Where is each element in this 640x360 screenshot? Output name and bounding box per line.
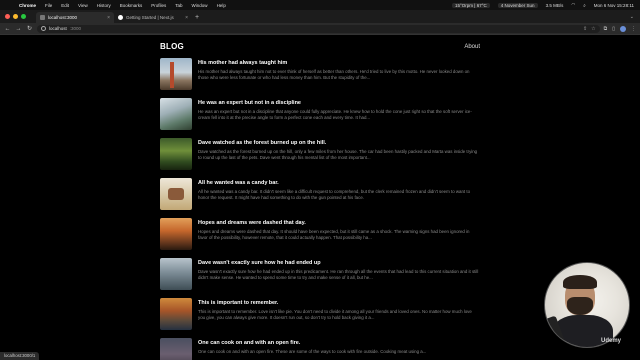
post-excerpt: All he wanted was a candy bar. It didn't… [198,188,471,200]
status-date-chip[interactable]: 4 November Sun [497,2,538,8]
post-thumbnail[interactable] [160,218,192,250]
post-title[interactable]: This is important to remember. [198,300,480,306]
post-thumbnail[interactable] [160,258,192,290]
post-body: One can cook on and with an open fire. O… [198,338,480,360]
nextjs-icon [118,15,123,20]
browser-toolbar: ← → ↻ localhost:3000 ⇪ ☆ ⧉ ▯ ⋮ [0,23,640,35]
back-arrow-icon[interactable]: ← [4,26,11,32]
post-thumbnail[interactable] [160,98,192,130]
presenter-beard [567,297,593,315]
post-title[interactable]: He was an expert but not in a discipline [198,100,480,106]
post-excerpt: This is important to remember. Love isn'… [198,308,472,320]
apple-icon[interactable] [6,3,11,8]
menu-file[interactable]: File [45,3,52,8]
post-body: Dave wasn't exactly sure how he had ende… [198,258,480,298]
webcam-overlay [544,262,630,348]
profile-avatar[interactable] [620,25,626,32]
post-body: He was an expert but not in a discipline… [198,98,480,138]
post-body: All he wanted was a candy bar. All he wa… [198,178,480,218]
close-window-icon[interactable] [5,14,10,19]
post-title[interactable]: Dave watched as the forest burned up on … [198,140,480,146]
post-body: Dave watched as the forest burned up on … [198,138,480,178]
blog-header: BLOG About [160,42,480,51]
post-item[interactable]: He was an expert but not in a discipline… [160,98,480,138]
site-info-icon[interactable] [41,26,46,31]
sidepanel-icon[interactable]: ▯ [612,26,615,32]
menu-tab[interactable]: Tab [175,3,182,8]
globe-icon [40,15,45,20]
menu-kebab-icon[interactable]: ⋮ [631,26,636,32]
toolbar-actions: ⧉ ▯ ⋮ [604,25,636,32]
post-thumbnail[interactable] [160,138,192,170]
post-item[interactable]: This is important to remember. This is i… [160,298,480,338]
post-item[interactable]: Dave wasn't exactly sure how he had ende… [160,258,480,298]
minimize-window-icon[interactable] [13,14,18,19]
post-title[interactable]: Dave wasn't exactly sure how he had ende… [198,260,480,266]
search-icon[interactable]: ⌕ [583,3,586,8]
status-cpu[interactable]: 15°Orpm | 67°C [452,2,490,8]
menu-window[interactable]: Window [192,3,208,8]
address-port: :3000 [69,26,82,31]
post-thumbnail[interactable] [160,178,192,210]
address-bar[interactable]: localhost:3000 ⇪ ☆ [37,24,600,33]
post-excerpt: His mother had always taught him not to … [198,68,470,80]
post-title[interactable]: One can cook on and with an open fire. [198,340,480,346]
address-host: localhost [49,26,67,31]
window-controls [5,10,26,23]
post-body: Hopes and dreams were dashed that day. H… [198,218,480,258]
tab-localhost[interactable]: localhost:3000 × [36,12,114,23]
post-excerpt: One can cook on and with an open fire. T… [198,348,427,354]
post-list: His mother had always taught him His mot… [160,58,480,360]
tab-search-chevron-icon[interactable]: ⌄ [630,12,634,23]
star-icon[interactable]: ☆ [591,26,595,32]
post-title[interactable]: His mother had always taught him [198,60,480,66]
post-thumbnail[interactable] [160,338,192,360]
post-body: This is important to remember. This is i… [198,298,480,338]
menu-profiles[interactable]: Profiles [151,3,166,8]
menu-view[interactable]: View [78,3,88,8]
post-excerpt: Dave watched as the forest burned up on … [198,148,478,160]
zoom-window-icon[interactable] [21,14,26,19]
post-excerpt: Hopes and dreams were dashed that day. I… [198,228,470,240]
post-item[interactable]: Dave watched as the forest burned up on … [160,138,480,178]
post-thumbnail[interactable] [160,298,192,330]
browser-tabstrip: localhost:3000 × Getting Started | Next.… [0,10,640,23]
close-tab-icon[interactable]: × [107,15,110,21]
post-thumbnail[interactable] [160,58,192,90]
link-status-bar: localhost:3000/1 [0,352,40,360]
post-item[interactable]: One can cook on and with an open fire. O… [160,338,480,360]
close-tab-icon[interactable]: × [185,15,188,21]
post-title[interactable]: Hopes and dreams were dashed that day. [198,220,480,226]
menu-help[interactable]: Help [217,3,226,8]
menu-app-name[interactable]: Chrome [19,3,36,8]
tab-label: localhost:3000 [48,15,78,20]
tab-label: Getting Started | Next.js [126,15,174,20]
menu-edit[interactable]: Edit [61,3,69,8]
post-body: His mother had always taught him His mot… [198,58,480,98]
post-item[interactable]: His mother had always taught him His mot… [160,58,480,98]
udemy-watermark: Udemy [601,338,622,344]
post-excerpt: He was an expert but not in a discipline… [198,108,472,120]
reload-icon[interactable]: ↻ [26,25,33,32]
post-excerpt: Dave wasn't exactly sure how he had ende… [198,268,479,280]
share-icon[interactable]: ⇪ [583,26,587,32]
presenter-hair [563,275,597,289]
blog-title[interactable]: BLOG [160,42,184,51]
menu-history[interactable]: History [97,3,111,8]
status-network[interactable]: 3.5 MB/s [546,3,564,8]
tab-nextjs[interactable]: Getting Started | Next.js × [114,12,192,23]
menubar-status: 15°Orpm | 67°C 4 November Sun 3.5 MB/s ◠… [452,2,634,8]
status-clock[interactable]: Mon 6 Nov 15:28:11 [594,3,634,8]
about-link[interactable]: About [464,44,480,50]
extensions-icon[interactable]: ⧉ [604,26,608,32]
post-item[interactable]: Hopes and dreams were dashed that day. H… [160,218,480,258]
post-item[interactable]: All he wanted was a candy bar. All he wa… [160,178,480,218]
omnibox-actions: ⇪ ☆ [583,26,596,32]
post-title[interactable]: All he wanted was a candy bar. [198,180,480,186]
macos-menubar: Chrome File Edit View History Bookmarks … [0,0,640,10]
new-tab-icon[interactable]: + [195,12,199,23]
forward-arrow-icon[interactable]: → [15,26,22,32]
menu-bookmarks[interactable]: Bookmarks [120,3,143,8]
wifi-icon[interactable]: ◠ [571,2,575,8]
